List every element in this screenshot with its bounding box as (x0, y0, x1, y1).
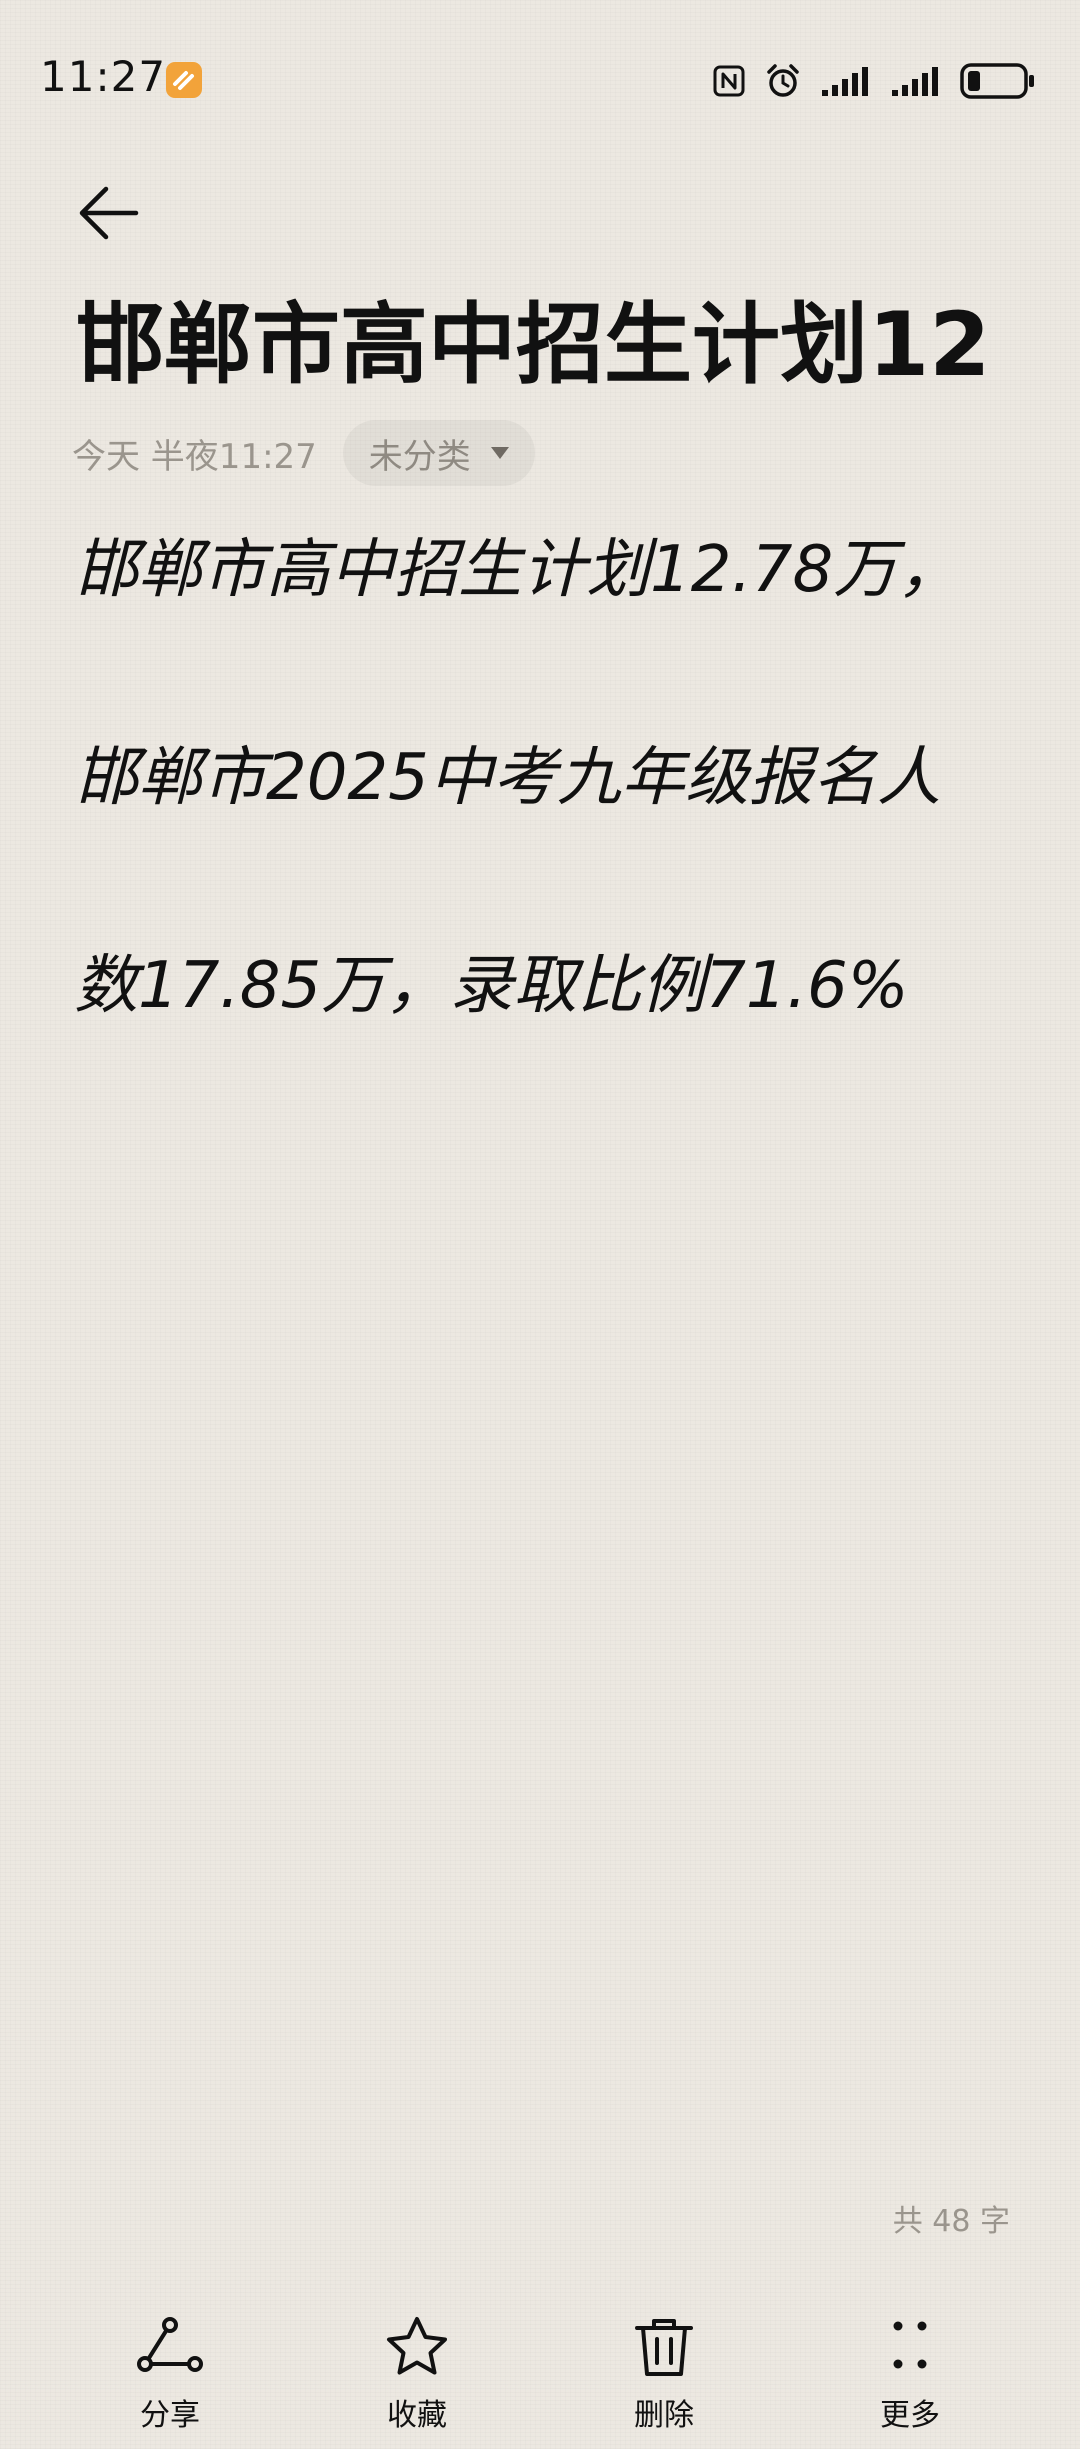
more-icon (893, 2321, 927, 2369)
trash-icon (635, 2319, 693, 2376)
delete-button[interactable]: 删除 (594, 2314, 734, 2434)
caret-down-icon (490, 447, 509, 459)
nfc-icon (712, 64, 746, 98)
note-title[interactable]: 邯郸市高中招生计划12 (76, 290, 1036, 400)
word-count: 共 48 字 (892, 2204, 1010, 2239)
note-date: 今天 半夜11:27 (72, 436, 317, 477)
battery-icon (960, 62, 1036, 100)
share-button[interactable]: 分享 (100, 2314, 240, 2434)
orange-app-icon (166, 62, 202, 98)
share-icon (137, 2317, 203, 2372)
delete-label: 删除 (634, 2398, 694, 2433)
category-dropdown[interactable]: 未分类 (342, 420, 535, 486)
star-icon (387, 2317, 447, 2375)
status-time: 11:27 (40, 52, 167, 101)
status-bar: 11:27 (0, 0, 1080, 160)
signal-icon (820, 64, 872, 98)
note-meta: 今天 半夜11:27 未分类 (72, 418, 535, 488)
note-line[interactable]: 数17.85万，录取比例71.6% (74, 936, 1034, 1036)
alarm-icon (764, 62, 802, 100)
favorite-button[interactable]: 收藏 (347, 2314, 487, 2434)
signal-icon (890, 64, 942, 98)
bottom-toolbar: 分享 收藏 删除 更多 (0, 2300, 1080, 2449)
note-line[interactable]: 邯郸市高中招生计划12.78万， (74, 520, 1034, 620)
more-label: 更多 (880, 2398, 940, 2433)
back-button[interactable] (68, 178, 148, 248)
more-button[interactable]: 更多 (840, 2314, 980, 2434)
category-label: 未分类 (368, 436, 471, 477)
status-icons (712, 58, 1036, 104)
arrow-left-icon (79, 186, 139, 240)
share-label: 分享 (140, 2398, 200, 2433)
note-line[interactable]: 邯郸市2025中考九年级报名人 (74, 728, 1034, 828)
note-body[interactable]: 邯郸市高中招生计划12.78万， 邯郸市2025中考九年级报名人 数17.85万… (74, 520, 1034, 1144)
favorite-label: 收藏 (387, 2398, 447, 2433)
